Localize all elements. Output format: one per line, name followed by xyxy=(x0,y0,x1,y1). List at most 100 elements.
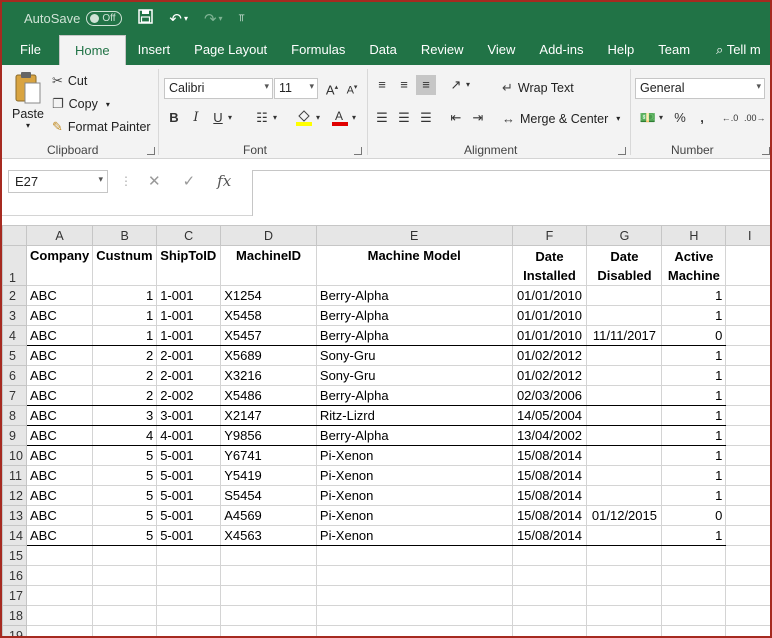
align-left-icon[interactable]: ☰ xyxy=(372,108,392,128)
table-cell[interactable] xyxy=(725,465,770,486)
table-cell[interactable]: Berry-Alpha xyxy=(315,285,513,306)
table-cell[interactable]: 5-001 xyxy=(156,485,222,506)
table-cell[interactable]: 5 xyxy=(92,445,158,466)
row-header[interactable]: 1 xyxy=(2,245,27,286)
fill-color-icon[interactable] xyxy=(294,108,314,128)
table-cell[interactable] xyxy=(220,565,317,586)
table-cell[interactable]: 1 xyxy=(661,405,727,426)
table-cell[interactable]: Berry-Alpha xyxy=(315,305,513,326)
table-cell[interactable] xyxy=(586,345,663,366)
table-cell[interactable]: 5 xyxy=(92,465,158,486)
table-cell[interactable] xyxy=(661,625,727,636)
table-cell[interactable] xyxy=(25,605,94,626)
table-cell[interactable]: 1 xyxy=(92,285,158,306)
table-cell[interactable] xyxy=(315,605,513,626)
row-header[interactable]: 4 xyxy=(2,325,27,346)
tab-home[interactable]: Home xyxy=(58,35,126,65)
table-cell[interactable] xyxy=(25,625,94,636)
column-header[interactable]: E xyxy=(315,225,513,246)
tab-add-ins[interactable]: Add-ins xyxy=(527,35,595,65)
row-header[interactable]: 18 xyxy=(2,605,27,626)
table-cell[interactable]: 1 xyxy=(661,425,727,446)
table-cell[interactable]: X4563 xyxy=(220,525,317,546)
table-cell[interactable]: 0 xyxy=(661,325,727,346)
table-cell[interactable]: 01/02/2012 xyxy=(511,345,588,366)
table-cell[interactable] xyxy=(725,605,770,626)
table-cell[interactable]: X3216 xyxy=(220,365,317,386)
table-cell[interactable]: 5-001 xyxy=(156,525,222,546)
header-cell[interactable]: MachineID xyxy=(220,245,317,286)
underline-dropdown-icon[interactable]: ▾ xyxy=(225,108,235,128)
table-cell[interactable] xyxy=(725,345,770,366)
table-cell[interactable]: 1 xyxy=(661,365,727,386)
table-cell[interactable] xyxy=(92,565,158,586)
table-cell[interactable]: 5 xyxy=(92,505,158,526)
row-header[interactable]: 5 xyxy=(2,345,27,366)
table-cell[interactable]: A4569 xyxy=(220,505,317,526)
table-cell[interactable]: 13/04/2002 xyxy=(511,425,588,446)
table-cell[interactable]: 01/01/2010 xyxy=(511,285,588,306)
tab-page-layout[interactable]: Page Layout xyxy=(182,35,279,65)
fill-color-dropdown-icon[interactable]: ▾ xyxy=(313,108,323,128)
table-cell[interactable] xyxy=(92,585,158,606)
table-cell[interactable] xyxy=(725,585,770,606)
autosave-toggle[interactable]: Off xyxy=(86,11,123,26)
row-header[interactable]: 7 xyxy=(2,385,27,406)
table-cell[interactable] xyxy=(25,585,94,606)
table-cell[interactable] xyxy=(156,545,222,566)
redo-dropdown-icon[interactable]: ▾ xyxy=(219,14,223,23)
increase-font-size-button[interactable]: A▴ xyxy=(322,78,342,98)
tab-insert[interactable]: Insert xyxy=(126,35,183,65)
table-cell[interactable]: S5454 xyxy=(220,485,317,506)
table-cell[interactable] xyxy=(586,385,663,406)
table-cell[interactable]: 1-001 xyxy=(156,325,222,346)
table-cell[interactable]: 15/08/2014 xyxy=(511,445,588,466)
table-cell[interactable] xyxy=(586,585,663,606)
table-cell[interactable] xyxy=(156,605,222,626)
column-header[interactable]: B xyxy=(92,225,158,246)
table-cell[interactable]: 15/08/2014 xyxy=(511,485,588,506)
table-cell[interactable]: X5689 xyxy=(220,345,317,366)
table-cell[interactable]: 2 xyxy=(92,365,158,386)
enter-icon[interactable]: ✓ xyxy=(183,172,196,190)
table-cell[interactable] xyxy=(725,505,770,526)
font-name-select[interactable]: Calibri ▾ xyxy=(164,78,273,99)
table-cell[interactable]: 14/05/2004 xyxy=(511,405,588,426)
table-cell[interactable]: 15/08/2014 xyxy=(511,465,588,486)
table-cell[interactable] xyxy=(511,545,588,566)
table-cell[interactable] xyxy=(156,585,222,606)
table-cell[interactable] xyxy=(725,485,770,506)
table-cell[interactable]: ABC xyxy=(25,325,94,346)
table-cell[interactable]: 15/08/2014 xyxy=(511,505,588,526)
row-header[interactable]: 16 xyxy=(2,565,27,586)
tab-file[interactable]: File xyxy=(2,35,59,65)
undo-icon[interactable]: ↶ xyxy=(169,10,182,28)
borders-dropdown-icon[interactable]: ▾ xyxy=(270,108,280,128)
header-cell[interactable]: Date Installed xyxy=(511,245,588,286)
italic-button[interactable]: I xyxy=(186,108,206,128)
table-cell[interactable] xyxy=(586,565,663,586)
table-cell[interactable]: Sony-Gru xyxy=(315,345,513,366)
table-cell[interactable]: 5-001 xyxy=(156,505,222,526)
insert-function-button[interactable]: fx xyxy=(217,172,231,190)
align-bottom-icon[interactable]: ≡ xyxy=(416,75,436,95)
table-cell[interactable]: 5-001 xyxy=(156,465,222,486)
name-box[interactable]: E27 ▾ xyxy=(8,170,108,193)
table-cell[interactable] xyxy=(661,605,727,626)
table-cell[interactable] xyxy=(725,365,770,386)
table-cell[interactable]: ABC xyxy=(25,425,94,446)
table-cell[interactable]: ABC xyxy=(25,405,94,426)
table-cell[interactable]: Sony-Gru xyxy=(315,365,513,386)
table-cell[interactable]: 1 xyxy=(661,465,727,486)
table-cell[interactable] xyxy=(586,545,663,566)
table-cell[interactable]: ABC xyxy=(25,465,94,486)
table-cell[interactable]: 1-001 xyxy=(156,305,222,326)
table-cell[interactable]: 02/03/2006 xyxy=(511,385,588,406)
percent-style-button[interactable]: % xyxy=(670,108,690,128)
table-cell[interactable] xyxy=(315,585,513,606)
header-cell[interactable]: Active Machine xyxy=(661,245,727,286)
table-cell[interactable] xyxy=(156,625,222,636)
column-header[interactable]: A xyxy=(25,225,94,246)
row-header[interactable]: 17 xyxy=(2,585,27,606)
row-header[interactable]: 14 xyxy=(2,525,27,546)
